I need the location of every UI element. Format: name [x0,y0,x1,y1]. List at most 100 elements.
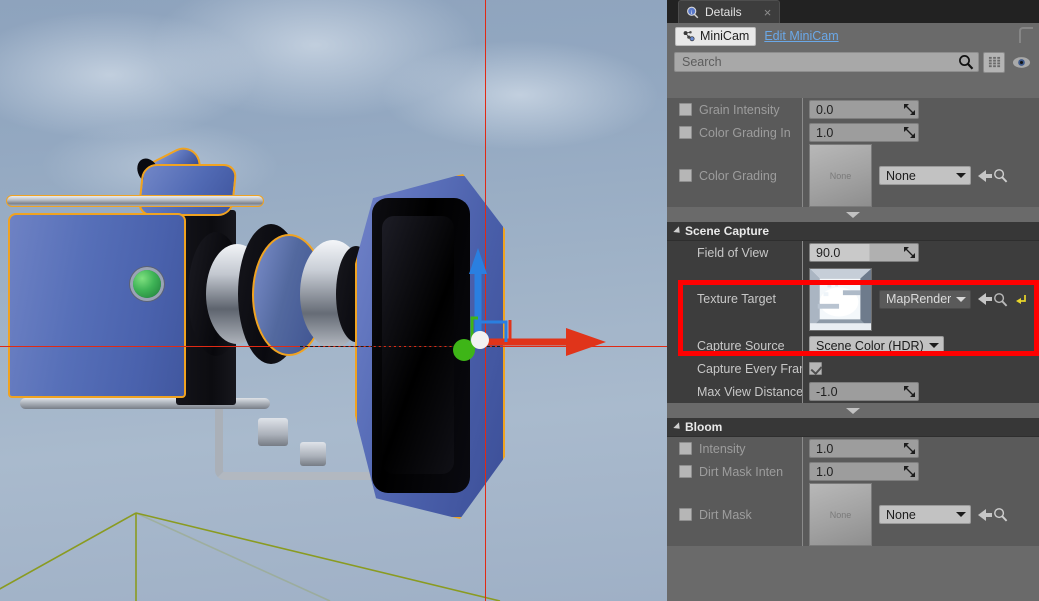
property-row-dirt-mask-intensity[interactable]: Dirt Mask Inten 1.0 [667,460,1039,483]
panel-body: MiniCam Edit MiniCam Search Grain Intens… [667,23,1039,601]
property-row-texture-target[interactable]: Texture Target MapRender [667,264,1039,334]
grid-view-icon [988,56,1000,67]
override-checkbox[interactable] [679,169,692,182]
override-checkbox[interactable] [679,126,692,139]
3d-viewport[interactable] [0,0,667,601]
spinner-drag-icon[interactable] [904,247,915,258]
details-magnifier-icon: i [687,6,699,18]
combo-value: MapRendering [886,292,951,306]
color-grading-intensity-field[interactable]: 1.0 [809,123,919,142]
use-selected-asset-icon[interactable] [978,169,992,182]
property-name: Color Grading In [667,121,802,144]
property-label: Color Grading In [699,125,791,140]
property-row-color-grading-intensity[interactable]: Color Grading In 1.0 [667,121,1039,144]
texture-target-thumbnail[interactable] [809,267,872,331]
property-row-bloom-intensity[interactable]: Intensity 1.0 [667,437,1039,460]
close-icon[interactable]: × [764,6,772,19]
browse-asset-icon[interactable] [993,507,1008,522]
field-value: 1.0 [816,125,834,140]
field-value: 0.0 [816,102,834,117]
group-header-scene-capture[interactable]: Scene Capture [667,222,1039,241]
property-value: 1.0 [802,460,1039,483]
group-header-bloom[interactable]: Bloom [667,418,1039,437]
chevron-down-icon [956,512,966,517]
property-row-color-grading[interactable]: Color Grading None None [667,144,1039,207]
property-label: Intensity [699,441,746,456]
search-input[interactable]: Search [674,52,979,72]
override-checkbox[interactable] [679,103,692,116]
property-value: 90.0 [802,241,1039,264]
property-label: Dirt Mask Inten [699,464,784,479]
spinner-drag-icon[interactable] [904,127,915,138]
group-title: Scene Capture [685,224,770,238]
dirt-mask-asset-picker[interactable]: None [879,505,971,524]
breadcrumb-object-chip[interactable]: MiniCam [675,26,757,46]
browse-asset-icon[interactable] [993,168,1008,183]
details-panel: i Details × MiniCam Edit MiniCam Search … [667,0,1039,601]
asset-thumbnail[interactable]: None [809,483,872,546]
color-grading-asset-picker[interactable]: None [879,166,971,185]
field-of-view-field[interactable]: 90.0 [809,243,919,262]
property-name: Dirt Mask [667,483,802,546]
property-value: -1.0 [802,380,1039,403]
override-checkbox[interactable] [679,465,692,478]
sky-cloud [0,10,260,140]
blueprint-icon [683,30,695,42]
browse-asset-icon[interactable] [993,292,1008,307]
override-checkbox[interactable] [679,508,692,521]
property-name: Dirt Mask Inten [667,460,802,483]
thumbnail-label: None [829,170,852,181]
sky-cloud [380,40,660,150]
group-expander[interactable] [667,403,1039,418]
group-title: Bloom [685,420,723,434]
spinner-drag-icon[interactable] [904,443,915,454]
property-label: Grain Intensity [699,102,780,117]
edit-object-link[interactable]: Edit MiniCam [764,29,838,43]
capture-every-frame-checkbox[interactable] [809,362,822,375]
grid-view-button[interactable] [983,51,1005,73]
sky-cloud [150,0,480,120]
chevron-down-icon [956,173,966,178]
camera-viewfinder [137,164,238,216]
max-view-distance-field[interactable]: -1.0 [809,382,919,401]
texture-target-asset-picker[interactable]: MapRendering [879,289,971,309]
tab-details[interactable]: i Details × [678,0,781,23]
property-row-capture-every-frame[interactable]: Capture Every Fram [667,357,1039,380]
reset-to-default-icon[interactable] [1015,293,1027,306]
spinner-drag-icon[interactable] [904,386,915,397]
use-selected-asset-icon[interactable] [978,293,992,305]
property-value: 0.0 [802,98,1039,121]
search-bar: Search [667,49,1039,75]
property-row-field-of-view[interactable]: Field of View 90.0 [667,241,1039,264]
transform-gizmo[interactable] [420,230,640,390]
capture-source-dropdown[interactable]: Scene Color (HDR) [809,336,944,355]
property-list: Grain Intensity 0.0 Color Grading In 1.0… [667,98,1039,601]
dirt-mask-intensity-field[interactable]: 1.0 [809,462,919,481]
property-value [802,357,1039,380]
property-label: Field of View [697,245,769,260]
property-rows: Intensity 1.0 Dirt Mask Inten 1.0 Dirt M… [667,437,1039,546]
field-value: 1.0 [816,464,834,479]
property-row-max-view-distance[interactable]: Max View Distance -1.0 [667,380,1039,403]
property-row-dirt-mask[interactable]: Dirt Mask None None [667,483,1039,546]
property-value: 1.0 [802,437,1039,460]
property-row-grain-intensity[interactable]: Grain Intensity 0.0 [667,98,1039,121]
override-checkbox[interactable] [679,442,692,455]
use-selected-asset-icon[interactable] [978,508,992,521]
property-rows: Grain Intensity 0.0 Color Grading In 1.0… [667,98,1039,207]
camera-record-button [133,270,161,298]
thumbnail-label: None [829,509,852,520]
spinner-drag-icon[interactable] [904,466,915,477]
group-expander[interactable] [667,207,1039,222]
property-rows: Field of View 90.0 Texture Target MapRen… [667,241,1039,403]
grain-intensity-field[interactable]: 0.0 [809,100,919,119]
property-row-capture-source[interactable]: Capture Source Scene Color (HDR) [667,334,1039,357]
field-value: 1.0 [816,441,834,456]
asset-thumbnail[interactable]: None [809,144,872,207]
bloom-intensity-field[interactable]: 1.0 [809,439,919,458]
panel-tab-strip: i Details × [667,0,1039,23]
panel-corner-decoration [1019,27,1033,43]
spinner-drag-icon[interactable] [904,104,915,115]
property-label: Color Grading [699,168,777,183]
visibility-toggle[interactable] [1009,56,1033,69]
